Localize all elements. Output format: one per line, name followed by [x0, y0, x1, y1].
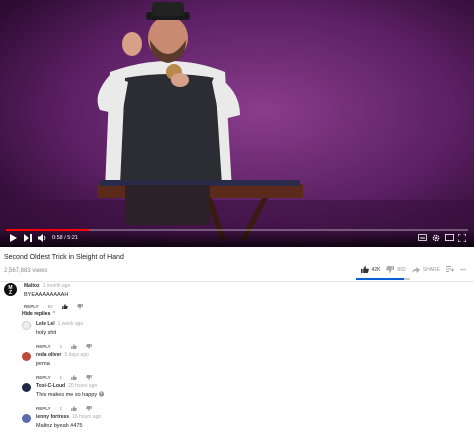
like-count: 42K — [371, 266, 381, 273]
video-player[interactable]: 0:58 / 5:21 — [0, 0, 474, 247]
chevron-up-icon: ⌃ — [51, 311, 56, 317]
progress-bar[interactable] — [6, 229, 468, 231]
dislike-count: 892 — [397, 266, 406, 273]
divider — [0, 281, 474, 282]
time-display: 0:58 / 5:21 — [52, 235, 78, 241]
reply-like-count: 1 — [59, 406, 63, 411]
thumbs-up-icon[interactable] — [71, 375, 77, 380]
like-button[interactable]: 42K — [360, 266, 381, 273]
thumbs-up-icon[interactable] — [71, 344, 77, 349]
share-button[interactable]: SHARE — [411, 266, 440, 273]
avatar[interactable] — [22, 352, 31, 361]
avatar[interactable]: MZ — [4, 283, 17, 296]
play-icon[interactable] — [10, 234, 17, 242]
fullscreen-icon[interactable] — [458, 234, 466, 242]
reply-text: Maltoz byeah #475 — [36, 423, 83, 429]
share-label: SHARE — [422, 266, 440, 273]
hide-replies-label: Hide replies — [22, 311, 51, 317]
reply-text: jerma — [36, 361, 50, 367]
add-to-playlist-button[interactable] — [446, 266, 454, 273]
comment-like-count: 92 — [47, 304, 53, 309]
more-icon — [460, 268, 466, 271]
video-frame — [0, 0, 474, 247]
thumbs-up-icon[interactable] — [71, 406, 77, 411]
reply-button[interactable]: REPLY — [36, 344, 51, 349]
svg-text:Z: Z — [9, 290, 12, 296]
reply-author[interactable]: lenny fortress — [36, 414, 69, 420]
view-count: 2,567,883 views — [4, 268, 48, 274]
comment-timestamp[interactable]: 1 month ago — [43, 283, 71, 289]
avatar[interactable] — [22, 321, 31, 330]
avatar[interactable] — [22, 383, 31, 392]
thumbs-down-icon[interactable] — [86, 406, 92, 411]
progress-played — [6, 229, 90, 231]
reply-button[interactable]: REPLY — [36, 406, 51, 411]
reply-timestamp[interactable]: 1 week ago — [58, 321, 84, 327]
comment-author[interactable]: Maltoz — [24, 283, 40, 289]
reply-author[interactable]: Lele Lel — [36, 321, 55, 327]
reply-like-count: 1 — [59, 344, 63, 349]
thumbs-down-icon — [386, 266, 395, 273]
reply-text: holy shit — [36, 330, 57, 336]
reply-button[interactable]: REPLY — [36, 375, 51, 380]
reply-button[interactable]: REPLY — [24, 304, 39, 309]
reply-like-count: 1 — [59, 375, 63, 380]
reply-author[interactable]: reda oliver — [36, 352, 61, 358]
avatar[interactable] — [22, 414, 31, 423]
share-icon — [411, 266, 420, 273]
volume-icon[interactable] — [38, 234, 47, 242]
dislike-ratio-bar — [404, 278, 410, 280]
reply-timestamp[interactable]: 20 hours ago — [68, 383, 97, 389]
thumbs-down-icon[interactable] — [76, 304, 83, 309]
reply-author[interactable]: Toxi-C-Loud — [36, 383, 65, 389]
hide-replies-button[interactable]: Hide replies ⌃ — [22, 311, 56, 317]
like-ratio-bar — [356, 278, 404, 280]
playlist-add-icon — [446, 266, 454, 272]
comment-text: BYEAAAAAAAAH — [24, 292, 69, 298]
video-title: Second Oldest Trick in Sleight of Hand — [4, 254, 124, 261]
thumbs-up-icon[interactable] — [61, 304, 68, 309]
dislike-button[interactable]: 892 — [386, 266, 406, 273]
reply-timestamp[interactable]: 16 hours ago — [72, 414, 101, 420]
player-controls: 0:58 / 5:21 — [0, 229, 474, 247]
thumbs-down-icon[interactable] — [86, 375, 92, 380]
miniplayer-icon[interactable] — [445, 234, 454, 241]
video-actions: 42K 892 SHARE — [360, 266, 466, 273]
next-icon[interactable] — [24, 234, 32, 242]
gear-icon[interactable] — [432, 234, 440, 242]
reply-timestamp[interactable]: 3 days ago — [64, 352, 88, 358]
more-actions-button[interactable] — [460, 268, 466, 271]
reply-text: This makes me so happy 😄 — [36, 392, 105, 398]
thumbs-down-icon[interactable] — [86, 344, 92, 349]
subtitles-icon[interactable] — [418, 234, 427, 241]
thumbs-up-icon — [360, 266, 369, 273]
